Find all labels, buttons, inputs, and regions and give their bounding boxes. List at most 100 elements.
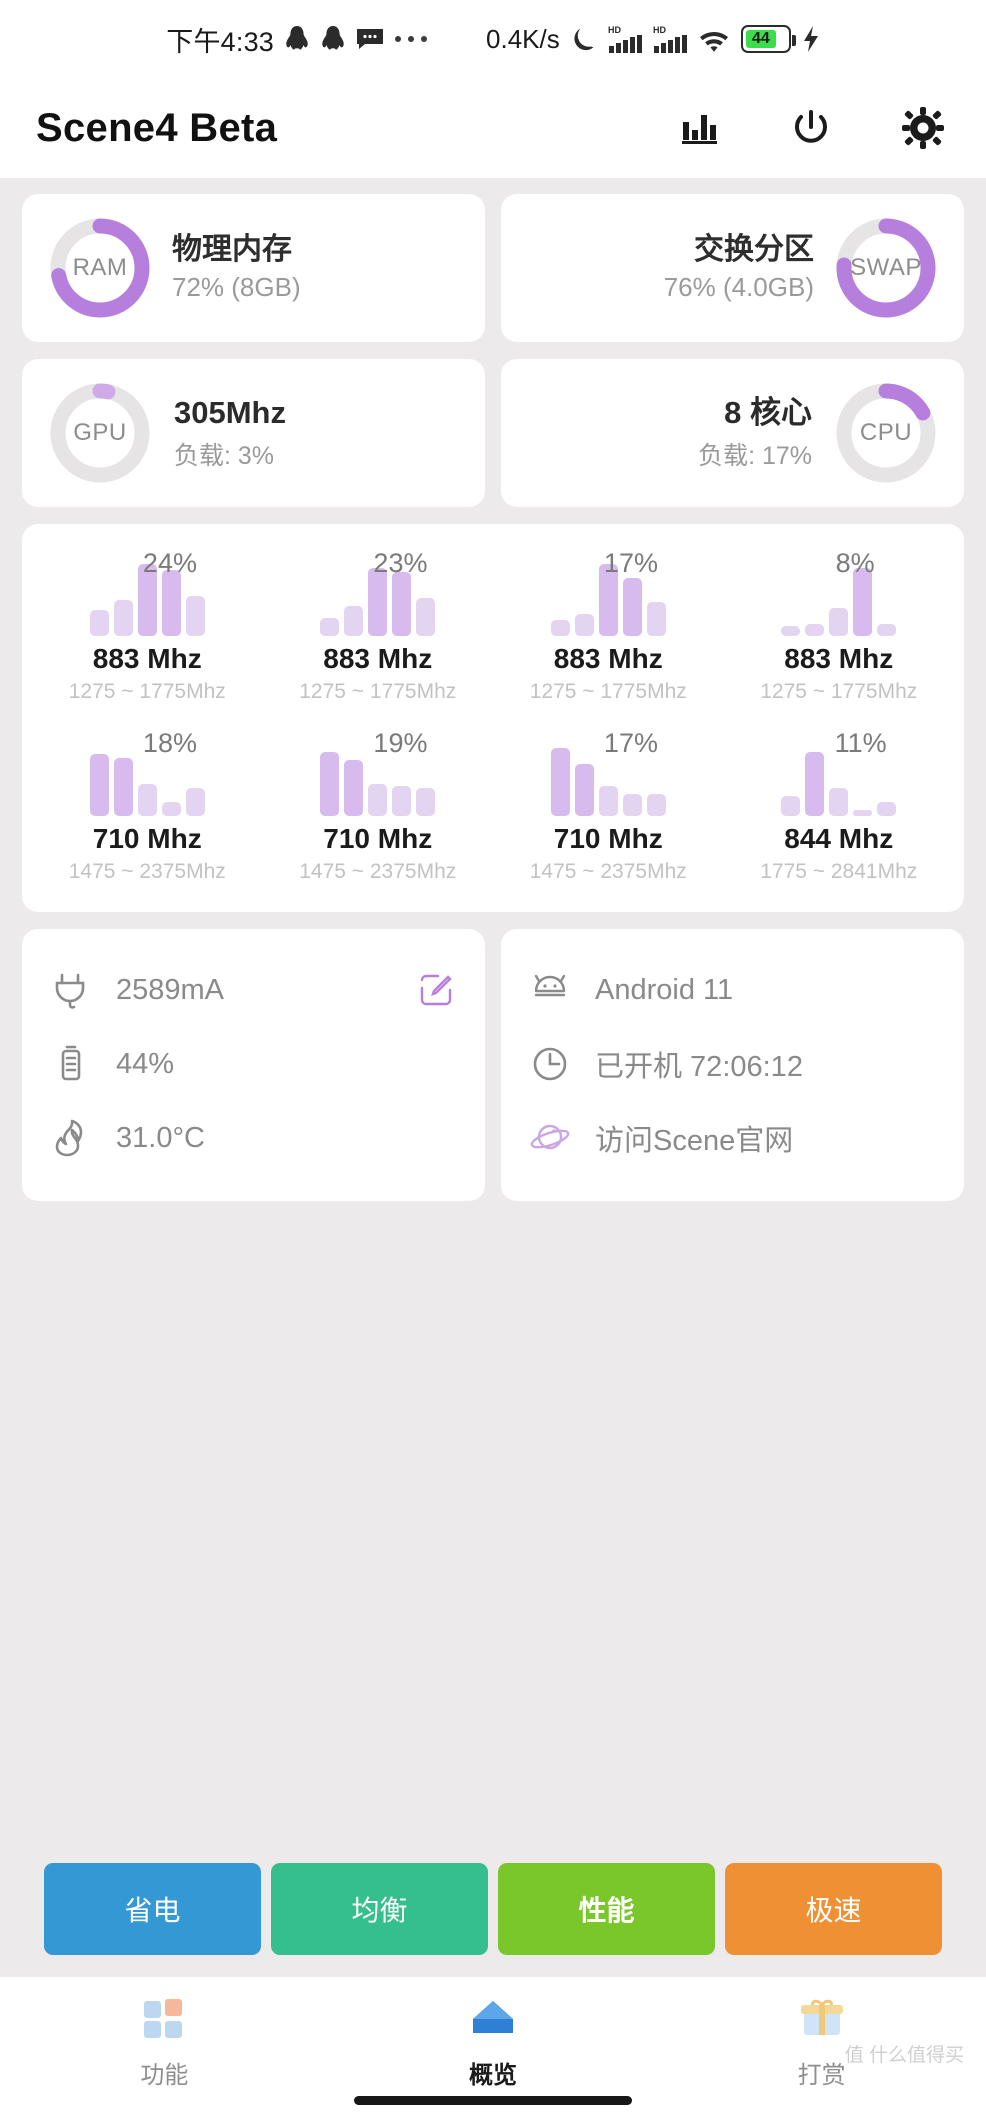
android-version-value: Android 11 [595,973,734,1006]
cpu-cores-card: 24% 883 Mhz 1275 ~ 1775Mhz 23% 883 Mhz 1275 ~… [22,524,964,912]
list-item[interactable]: 44% [48,1027,459,1101]
processor-row: GPU 305Mhz 负载: 3% 8 核心 负载: 17% CPU [22,359,964,507]
list-item[interactable]: 2589mA [48,953,459,1027]
ram-title: 物理内存 [172,232,292,266]
list-item[interactable]: Android 11 [527,953,938,1027]
cpu-core-histogram: 17% [546,548,670,636]
scene-website-link[interactable]: 访问Scene官网 [595,1117,793,1159]
bar [320,618,340,636]
bar [622,794,642,816]
cpu-core[interactable]: 23% 883 Mhz 1275 ~ 1775Mhz [263,548,494,704]
cpu-core-frequency: 844 Mhz [784,823,894,854]
cpu-core-range: 1475 ~ 2375Mhz [529,860,687,883]
bar [877,802,897,816]
bar [416,788,436,816]
bar [161,802,181,816]
android-icon [527,969,573,1011]
svg-text:HD: HD [653,25,666,35]
wifi-icon [698,26,730,52]
cpu-core[interactable]: 17% 883 Mhz 1275 ~ 1775Mhz [493,548,724,704]
mode-button-3[interactable]: 极速 [725,1863,942,1955]
bar [598,786,618,816]
cpu-core-frequency: 883 Mhz [784,643,894,674]
gift-icon [796,1995,848,2046]
swap-ring-label: SWAP [850,254,922,281]
bar [805,752,825,816]
cpu-core-row: 24% 883 Mhz 1275 ~ 1775Mhz 23% 883 Mhz 1275 ~… [32,548,955,704]
home-icon [467,1995,519,2046]
bar [829,608,849,636]
bar [781,626,801,636]
battery-info-card: 2589mA 44% 31.0°C [22,929,485,1201]
memory-card-swap[interactable]: 交换分区 76% (4.0GB) SWAP [501,194,964,342]
mode-button-1[interactable]: 均衡 [271,1863,488,1955]
home-indicator[interactable] [354,2096,632,2105]
device-info-row: 2589mA 44% 31.0°C Android 11 已开机 72:06:1… [22,929,964,1201]
gpu-ring-label: GPU [73,419,127,446]
battery-percent: 44 [752,30,770,47]
gpu-ring: GPU [48,381,152,485]
nav-label: 功能 [140,2062,189,2089]
cpu-card[interactable]: 8 核心 负载: 17% CPU [501,359,964,507]
cpu-core[interactable]: 24% 883 Mhz 1275 ~ 1775Mhz [32,548,263,704]
cpu-core-range: 1275 ~ 1775Mhz [760,680,918,703]
chart-icon[interactable] [676,105,722,151]
temperature-value: 31.0°C [116,1121,205,1154]
gpu-card[interactable]: GPU 305Mhz 负载: 3% [22,359,485,507]
memory-card-ram[interactable]: RAM 物理内存 72% (8GB) [22,194,485,342]
cpu-core[interactable]: 17% 710 Mhz 1475 ~ 2375Mhz [493,728,724,884]
cpu-core-range: 1275 ~ 1775Mhz [299,680,457,703]
cpu-core-frequency: 710 Mhz [92,823,202,854]
list-item[interactable]: 31.0°C [48,1101,459,1175]
cpu-core[interactable]: 18% 710 Mhz 1475 ~ 2375Mhz [32,728,263,884]
hd-signal-icon: HD [608,24,642,54]
gear-icon[interactable] [900,105,946,151]
cpu-core-histogram: 11% [777,728,901,816]
moon-icon [571,25,597,53]
cpu-core-frequency: 710 Mhz [553,823,663,854]
edit-icon[interactable] [413,970,459,1010]
nav-item-features[interactable]: 功能 [0,1995,329,2090]
mode-button-0[interactable]: 省电 [44,1863,261,1955]
bar [574,764,594,816]
cpu-core-histogram: 19% [316,728,440,816]
hd-signal-icon: HD [653,24,687,54]
mode-button-2[interactable]: 性能 [498,1863,715,1955]
nav-label: 概览 [469,2062,517,2089]
cpu-core-histogram: 23% [316,548,440,636]
cpu-ring: CPU [834,381,938,485]
bar [550,748,570,816]
cpu-core-percent: 8% [835,548,875,578]
swap-ring: SWAP [834,216,938,320]
cpu-core-range: 1275 ~ 1775Mhz [529,680,687,703]
cpu-core-histogram: 18% [85,728,209,816]
qq-icon [284,25,310,53]
battery-current-value: 2589mA [116,973,225,1006]
cpu-core[interactable]: 11% 844 Mhz 1775 ~ 2841Mhz [724,728,955,884]
gpu-value: 305Mhz [174,394,286,430]
bar [853,810,873,816]
cpu-core[interactable]: 8% 883 Mhz 1275 ~ 1775Mhz [724,548,955,704]
bar [781,796,801,816]
status-bar-left: 下午4:33 [166,20,428,59]
app-bar: Scene4 Beta [0,78,986,178]
swap-detail: 76% (4.0GB) [663,272,814,303]
bar [344,760,364,816]
nav-item-overview[interactable]: 概览 [329,1995,658,2090]
status-bar: 下午4:33 0.4K/s HD HD 44 [0,0,986,78]
planet-icon [527,1117,573,1159]
bar [185,596,205,636]
ram-ring: RAM [48,216,152,320]
charging-bolt-icon [802,25,820,53]
cpu-core-percent: 24% [142,548,197,578]
plug-icon [48,969,94,1011]
power-icon[interactable] [788,105,834,151]
list-item[interactable]: 访问Scene官网 [527,1101,938,1175]
bar [344,606,364,636]
flame-icon [48,1117,94,1159]
bar [137,784,157,816]
bar [113,600,133,636]
cpu-core[interactable]: 19% 710 Mhz 1475 ~ 2375Mhz [263,728,494,884]
list-item[interactable]: 已开机 72:06:12 [527,1027,938,1101]
cpu-value: 8 核心 [724,394,812,430]
